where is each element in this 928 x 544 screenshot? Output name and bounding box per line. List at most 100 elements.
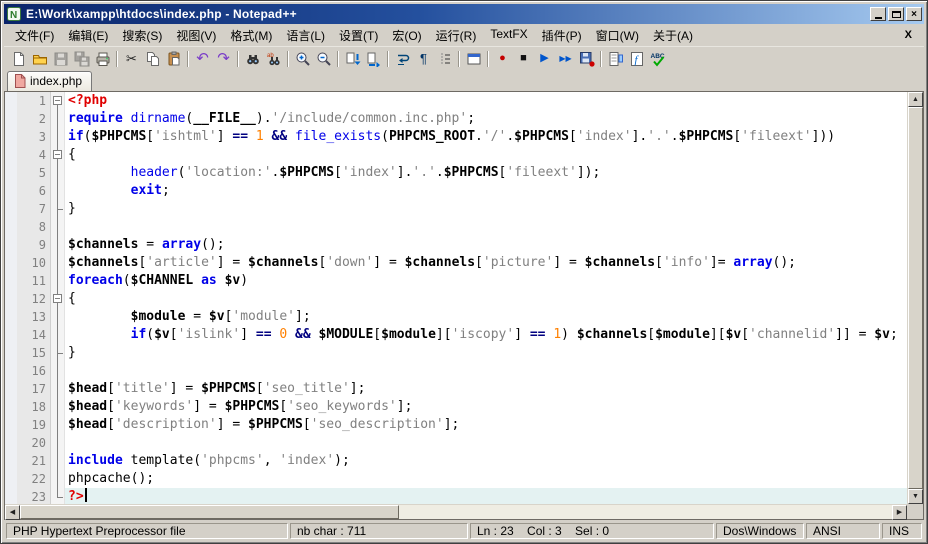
code-text[interactable] bbox=[65, 362, 907, 380]
code-text[interactable]: include template('phpcms', 'index'); bbox=[65, 452, 907, 470]
replace-button[interactable]: ab bbox=[263, 49, 284, 69]
bookmark-margin[interactable] bbox=[5, 326, 17, 344]
print-button[interactable] bbox=[92, 49, 113, 69]
bookmark-margin[interactable] bbox=[5, 344, 17, 362]
menu-item-10[interactable]: TextFX bbox=[483, 24, 534, 47]
code-text[interactable]: ?> bbox=[65, 488, 907, 504]
code-text[interactable]: header('location:'.$PHPCMS['index'].'.'.… bbox=[65, 164, 907, 182]
bookmark-margin[interactable] bbox=[5, 488, 17, 504]
bookmark-margin[interactable] bbox=[5, 290, 17, 308]
status-eol-format[interactable]: Dos\Windows bbox=[716, 523, 804, 539]
fold-collapse-icon[interactable] bbox=[53, 294, 62, 303]
menu-close-doc-button[interactable]: X bbox=[901, 28, 916, 42]
minimize-button[interactable] bbox=[870, 7, 886, 21]
bookmark-margin[interactable] bbox=[5, 164, 17, 182]
scroll-right-button[interactable]: ▶ bbox=[892, 505, 907, 520]
find-button[interactable] bbox=[242, 49, 263, 69]
scroll-left-button[interactable]: ◀ bbox=[5, 505, 20, 520]
code-text[interactable]: foreach($CHANNEL as $v) bbox=[65, 272, 907, 290]
menu-item-13[interactable]: 关于(A) bbox=[646, 24, 700, 47]
bookmark-margin[interactable] bbox=[5, 272, 17, 290]
undo-button[interactable]: ↶ bbox=[192, 49, 213, 69]
code-text[interactable] bbox=[65, 218, 907, 236]
fold-margin[interactable] bbox=[51, 146, 65, 164]
paste-button[interactable] bbox=[163, 49, 184, 69]
code-text[interactable]: if($PHPCMS['ishtml'] == 1 && file_exists… bbox=[65, 128, 907, 146]
open-file-button[interactable] bbox=[29, 49, 50, 69]
fold-margin[interactable] bbox=[51, 290, 65, 308]
code-text[interactable]: exit; bbox=[65, 182, 907, 200]
sync-vertical-scroll-button[interactable] bbox=[342, 49, 363, 69]
new-file-button[interactable] bbox=[8, 49, 29, 69]
code-text[interactable]: $head['description'] = $PHPCMS['seo_desc… bbox=[65, 416, 907, 434]
bookmark-margin[interactable] bbox=[5, 146, 17, 164]
macro-save-button[interactable] bbox=[576, 49, 597, 69]
bookmark-margin[interactable] bbox=[5, 128, 17, 146]
user-defined-dialog-button[interactable] bbox=[463, 49, 484, 69]
code-text[interactable]: $channels = array(); bbox=[65, 236, 907, 254]
bookmark-margin[interactable] bbox=[5, 308, 17, 326]
bookmark-margin[interactable] bbox=[5, 452, 17, 470]
menu-item-3[interactable]: 搜索(S) bbox=[115, 24, 169, 47]
code-text[interactable]: <?php bbox=[65, 92, 907, 110]
sync-horizontal-scroll-button[interactable] bbox=[363, 49, 384, 69]
menu-item-1[interactable]: 文件(F) bbox=[8, 24, 61, 47]
fold-collapse-icon[interactable] bbox=[53, 96, 62, 105]
menu-item-8[interactable]: 宏(O) bbox=[385, 24, 428, 47]
bookmark-margin[interactable] bbox=[5, 110, 17, 128]
code-text[interactable]: $module = $v['module']; bbox=[65, 308, 907, 326]
fold-collapse-icon[interactable] bbox=[53, 150, 62, 159]
doc-map-button[interactable] bbox=[605, 49, 626, 69]
menu-item-7[interactable]: 设置(T) bbox=[332, 24, 385, 47]
save-button[interactable] bbox=[50, 49, 71, 69]
scroll-up-button[interactable]: ▲ bbox=[908, 92, 923, 107]
code-text[interactable] bbox=[65, 434, 907, 452]
bookmark-margin[interactable] bbox=[5, 434, 17, 452]
code-text[interactable]: require dirname(__FILE__).'/include/comm… bbox=[65, 110, 907, 128]
code-text[interactable]: if($v['islink'] == 0 && $MODULE[$module]… bbox=[65, 326, 907, 344]
word-wrap-button[interactable] bbox=[392, 49, 413, 69]
menu-item-5[interactable]: 格式(M) bbox=[223, 24, 279, 47]
vertical-scroll-thumb[interactable] bbox=[908, 107, 923, 489]
macro-run-multiple-button[interactable]: ▶▶ bbox=[555, 49, 576, 69]
bookmark-margin[interactable] bbox=[5, 92, 17, 110]
code-text[interactable]: } bbox=[65, 344, 907, 362]
macro-stop-record-button[interactable]: ■ bbox=[513, 49, 534, 69]
zoom-out-button[interactable] bbox=[313, 49, 334, 69]
close-button[interactable]: × bbox=[906, 7, 922, 21]
code-text[interactable]: phpcache(); bbox=[65, 470, 907, 488]
bookmark-margin[interactable] bbox=[5, 254, 17, 272]
redo-button[interactable]: ↷ bbox=[213, 49, 234, 69]
bookmark-margin[interactable] bbox=[5, 200, 17, 218]
code-text[interactable]: $head['keywords'] = $PHPCMS['seo_keyword… bbox=[65, 398, 907, 416]
code-text[interactable]: } bbox=[65, 200, 907, 218]
bookmark-margin[interactable] bbox=[5, 362, 17, 380]
status-encoding[interactable]: ANSI bbox=[806, 523, 880, 539]
show-indent-guide-button[interactable] bbox=[434, 49, 455, 69]
bookmark-margin[interactable] bbox=[5, 218, 17, 236]
zoom-in-button[interactable] bbox=[292, 49, 313, 69]
macro-playback-button[interactable]: ▶ bbox=[534, 49, 555, 69]
horizontal-scrollbar[interactable]: ◀ ▶ bbox=[5, 504, 907, 519]
maximize-button[interactable] bbox=[888, 7, 904, 21]
horizontal-scroll-thumb[interactable] bbox=[20, 505, 399, 519]
menu-item-12[interactable]: 窗口(W) bbox=[589, 24, 646, 47]
code-text[interactable]: { bbox=[65, 290, 907, 308]
spell-check-button[interactable]: ABC bbox=[647, 49, 668, 69]
code-text[interactable]: $head['title'] = $PHPCMS['seo_title']; bbox=[65, 380, 907, 398]
save-all-button[interactable] bbox=[71, 49, 92, 69]
menu-item-11[interactable]: 插件(P) bbox=[535, 24, 589, 47]
scroll-down-button[interactable]: ▼ bbox=[908, 489, 923, 504]
menu-item-9[interactable]: 运行(R) bbox=[429, 24, 484, 47]
copy-button[interactable] bbox=[142, 49, 163, 69]
vertical-scrollbar[interactable]: ▲ ▼ bbox=[907, 92, 923, 504]
code-text[interactable]: { bbox=[65, 146, 907, 164]
bookmark-margin[interactable] bbox=[5, 380, 17, 398]
bookmark-margin[interactable] bbox=[5, 236, 17, 254]
tab-index-php[interactable]: index.php bbox=[7, 71, 92, 91]
cut-button[interactable]: ✂ bbox=[121, 49, 142, 69]
bookmark-margin[interactable] bbox=[5, 416, 17, 434]
bookmark-margin[interactable] bbox=[5, 182, 17, 200]
menu-item-2[interactable]: 编辑(E) bbox=[61, 24, 115, 47]
function-list-button[interactable]: f bbox=[626, 49, 647, 69]
